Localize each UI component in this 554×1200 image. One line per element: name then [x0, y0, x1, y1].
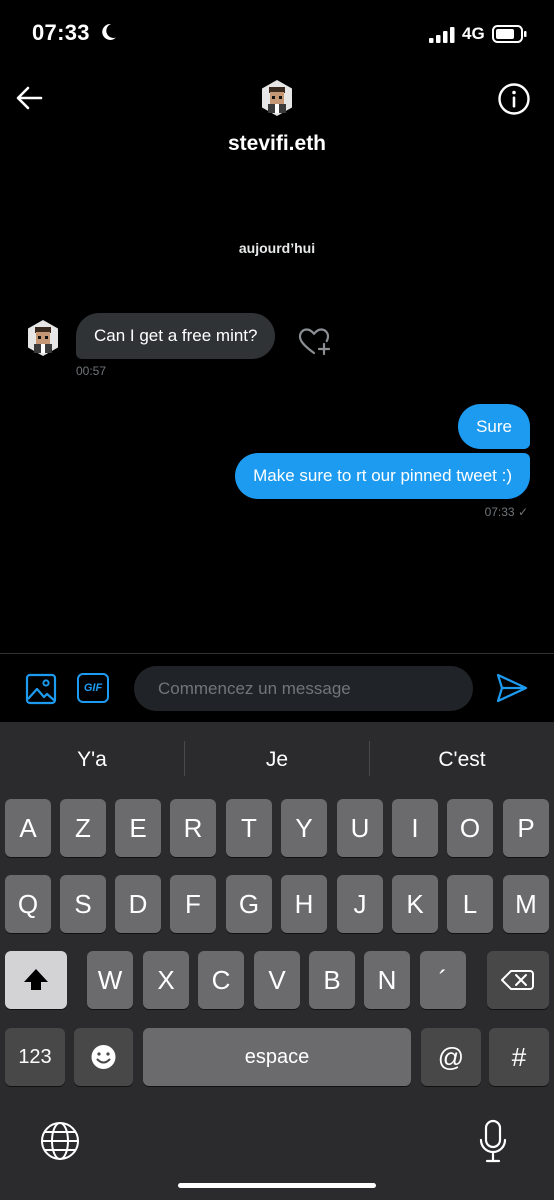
key-r[interactable]: R: [170, 799, 216, 857]
emoji-icon: [91, 1045, 116, 1069]
message-bubble-outgoing[interactable]: Make sure to rt our pinned tweet :): [235, 453, 530, 499]
info-icon[interactable]: [497, 82, 531, 121]
add-reaction-heart-icon[interactable]: [297, 326, 333, 363]
backspace-key[interactable]: [487, 951, 549, 1009]
key-j[interactable]: J: [337, 875, 383, 933]
moon-icon: [98, 22, 118, 47]
numbers-key[interactable]: 123: [5, 1028, 65, 1086]
message-bubble-outgoing[interactable]: Sure: [458, 404, 530, 449]
battery-icon: [492, 24, 528, 49]
home-indicator: [178, 1183, 376, 1188]
message-input[interactable]: [134, 666, 473, 711]
signal-icon: [429, 27, 455, 48]
key-g[interactable]: G: [226, 875, 272, 933]
key-c[interactable]: C: [198, 951, 244, 1009]
composer-divider: [0, 653, 554, 654]
key-d[interactable]: D: [115, 875, 161, 933]
key-s[interactable]: S: [60, 875, 106, 933]
avatar[interactable]: [258, 79, 296, 117]
key-a[interactable]: A: [5, 799, 51, 857]
key-v[interactable]: V: [254, 951, 300, 1009]
emoji-key[interactable]: [74, 1028, 133, 1086]
suggestion-2[interactable]: Je: [185, 743, 369, 777]
shift-arrow-icon: [24, 969, 48, 990]
backspace-icon: [501, 970, 534, 990]
key-t[interactable]: T: [226, 799, 272, 857]
key-k[interactable]: K: [392, 875, 438, 933]
microphone-icon[interactable]: [478, 1119, 508, 1170]
at-key[interactable]: @: [421, 1028, 481, 1086]
key-accent[interactable]: ´: [420, 951, 466, 1009]
status-time: 07:33: [32, 20, 90, 45]
key-b[interactable]: B: [309, 951, 355, 1009]
message-timestamp-read: 07:33 ✓: [484, 505, 528, 519]
key-z[interactable]: Z: [60, 799, 106, 857]
image-icon[interactable]: [25, 673, 57, 710]
key-w[interactable]: W: [87, 951, 133, 1009]
key-f[interactable]: F: [170, 875, 216, 933]
key-i[interactable]: I: [392, 799, 438, 857]
hash-key[interactable]: #: [489, 1028, 549, 1086]
key-x[interactable]: X: [143, 951, 189, 1009]
key-q[interactable]: Q: [5, 875, 51, 933]
key-y[interactable]: Y: [281, 799, 327, 857]
key-n[interactable]: N: [364, 951, 410, 1009]
key-l[interactable]: L: [447, 875, 493, 933]
gif-button[interactable]: GIF: [77, 673, 109, 703]
shift-key[interactable]: [5, 951, 67, 1009]
key-m[interactable]: M: [503, 875, 549, 933]
suggestion-1[interactable]: Y'a: [0, 743, 184, 777]
send-icon[interactable]: [495, 672, 529, 709]
key-e[interactable]: E: [115, 799, 161, 857]
message-timestamp: 00:57: [76, 364, 107, 378]
key-o[interactable]: O: [447, 799, 493, 857]
network-type: 4G: [462, 24, 485, 43]
suggestion-3[interactable]: C'est: [370, 743, 554, 777]
space-key[interactable]: espace: [143, 1028, 411, 1086]
conversation-title[interactable]: stevifi.eth: [0, 132, 554, 156]
key-u[interactable]: U: [337, 799, 383, 857]
globe-icon[interactable]: [39, 1120, 81, 1167]
sender-avatar[interactable]: [24, 319, 62, 357]
key-h[interactable]: H: [281, 875, 327, 933]
message-bubble-incoming[interactable]: Can I get a free mint?: [76, 313, 276, 359]
key-p[interactable]: P: [503, 799, 549, 857]
back-button[interactable]: [14, 84, 44, 117]
date-separator: aujourd’hui: [238, 240, 316, 256]
